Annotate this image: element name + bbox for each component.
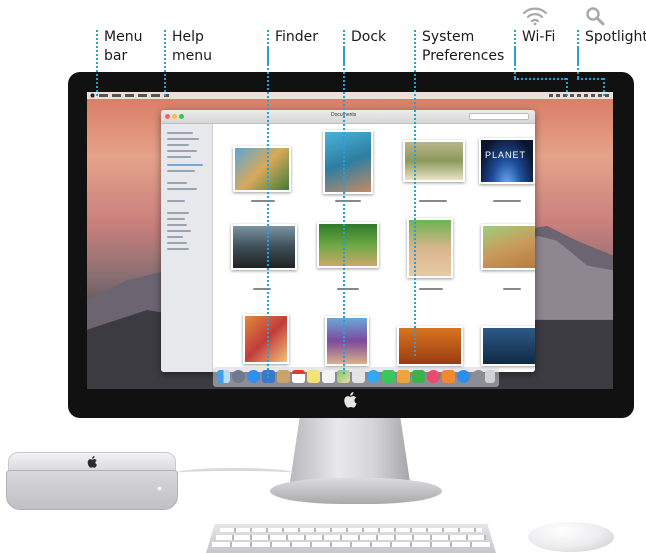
minimize-button[interactable]	[172, 114, 177, 119]
close-button[interactable]	[165, 114, 170, 119]
presentation-thumbnail[interactable]	[481, 326, 535, 366]
document-thumbnail[interactable]	[397, 326, 463, 366]
ibooks-dock-icon[interactable]	[442, 370, 455, 383]
monitor-stand	[290, 418, 410, 482]
keyboard	[206, 524, 496, 553]
photo-thumbnail[interactable]	[233, 146, 291, 192]
safari-dock-icon[interactable]	[247, 370, 260, 383]
mac-mini-cable	[176, 468, 294, 478]
leader-spotlight	[577, 48, 579, 78]
menu-bar-status-items	[549, 94, 609, 97]
callout-help-menu-line2: menu	[172, 48, 212, 64]
mac-mini-status-light	[158, 487, 161, 490]
photos-dock-icon[interactable]	[352, 370, 365, 383]
keyboard-row	[206, 528, 496, 533]
callout-help-menu: Help menu	[164, 28, 212, 66]
callout-spotlight: Spotlight	[577, 28, 646, 64]
reminders-dock-icon[interactable]	[322, 370, 335, 383]
dock[interactable]	[213, 367, 499, 387]
leader-finder	[267, 48, 269, 378]
leader-spotlight-horizontal	[577, 78, 603, 80]
photo-thumbnail[interactable]	[481, 224, 535, 270]
callout-spotlight-label: Spotlight	[585, 29, 646, 45]
photo-thumbnail[interactable]	[317, 222, 379, 268]
callout-dock: Dock	[343, 28, 387, 64]
magic-mouse	[528, 522, 614, 552]
photo-thumbnail[interactable]	[243, 314, 289, 364]
finder-dock-icon[interactable]	[217, 370, 230, 383]
callout-menu-bar-line2: bar	[104, 48, 128, 64]
leader-wifi	[514, 48, 516, 78]
launchpad-dock-icon[interactable]	[232, 370, 245, 383]
finder-search-field[interactable]	[469, 113, 529, 120]
document-thumbnail[interactable]	[403, 140, 465, 182]
messages-dock-icon[interactable]	[367, 370, 380, 383]
photo-thumbnail[interactable]	[325, 316, 369, 366]
search-icon	[586, 7, 605, 26]
finder-content: PLANET	[213, 124, 535, 372]
notes-dock-icon[interactable]	[307, 370, 320, 383]
system-preferences-dock-icon[interactable]	[472, 370, 485, 383]
facetime-dock-icon[interactable]	[382, 370, 395, 383]
photo-thumbnail[interactable]	[231, 224, 297, 270]
keyboard-row	[206, 542, 496, 547]
apple-logo-icon	[344, 392, 357, 408]
presentation-thumbnail[interactable]: PLANET	[479, 138, 535, 184]
itunes-dock-icon[interactable]	[427, 370, 440, 383]
callout-wifi-label: Wi-Fi	[522, 29, 556, 45]
mac-mini-top	[8, 452, 176, 472]
app-store-dock-icon[interactable]	[457, 370, 470, 383]
callout-finder: Finder	[267, 28, 319, 64]
apple-menu-icon[interactable]	[90, 93, 95, 98]
menu-bar-items	[99, 94, 169, 97]
callout-menu-bar: Menu bar	[96, 28, 142, 66]
mac-mini-front	[6, 470, 178, 510]
leader-dock	[343, 48, 345, 374]
callout-system-preferences-line1: System	[422, 29, 475, 45]
leader-system-preferences	[414, 66, 416, 356]
callout-finder-label: Finder	[275, 29, 319, 45]
leader-wifi-horizontal	[514, 78, 566, 80]
callout-dock-label: Dock	[351, 29, 387, 45]
mac-mini-apple-logo-icon	[87, 456, 97, 468]
leader-menu-bar	[96, 62, 98, 96]
finder-title-bar[interactable]: Documents	[161, 110, 535, 124]
callout-wifi: Wi-Fi	[514, 28, 556, 64]
contacts-dock-icon[interactable]	[277, 370, 290, 383]
finder-sidebar[interactable]	[161, 124, 213, 372]
zoom-button[interactable]	[179, 114, 184, 119]
callout-help-menu-line1: Help	[172, 29, 204, 45]
planet-caption: PLANET	[485, 150, 527, 160]
photo-thumbnail[interactable]	[323, 130, 373, 194]
leader-spotlight-drop	[603, 78, 605, 96]
keyboard-row	[206, 535, 496, 540]
monitor-stand-base	[270, 478, 442, 504]
leader-help-menu	[164, 62, 166, 96]
pages-dock-icon[interactable]	[397, 370, 410, 383]
desktop-screen: Documents PLANET	[87, 92, 613, 389]
calendar-dock-icon[interactable]	[292, 370, 305, 383]
finder-window[interactable]: Documents PLANET	[161, 110, 535, 372]
callout-menu-bar-line1: Menu	[104, 29, 143, 45]
numbers-dock-icon[interactable]	[412, 370, 425, 383]
trash-dock-icon[interactable]	[485, 370, 495, 383]
callout-system-preferences: System Preferences	[414, 28, 504, 66]
callout-system-preferences-line2: Preferences	[422, 48, 505, 64]
leader-wifi-drop	[566, 78, 568, 96]
wifi-icon	[522, 7, 548, 26]
